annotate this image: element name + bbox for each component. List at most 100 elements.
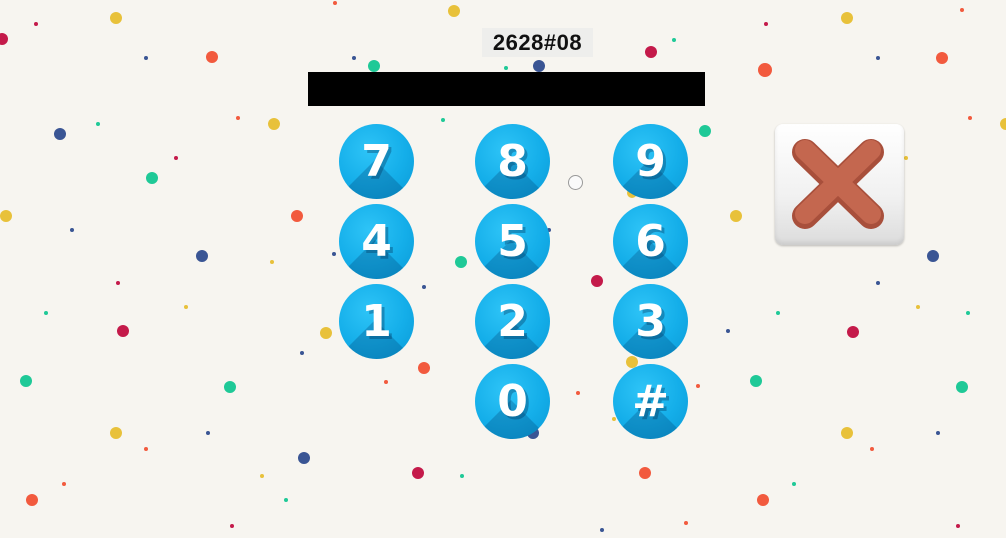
confetti-dot <box>230 524 234 528</box>
confetti-dot <box>300 351 304 355</box>
confetti-dot <box>174 156 178 160</box>
key-hash[interactable]: # <box>613 364 688 439</box>
confetti-dot <box>352 56 356 60</box>
confetti-dot <box>455 256 467 268</box>
key-0[interactable]: 0 <box>475 364 550 439</box>
confetti-dot <box>841 427 853 439</box>
confetti-dot <box>384 380 388 384</box>
confetti-dot <box>645 46 657 58</box>
confetti-dot <box>904 156 908 160</box>
confetti-dot <box>44 311 48 315</box>
confetti-dot <box>956 381 968 393</box>
confetti-dot <box>62 482 66 486</box>
confetti-dot <box>144 447 148 451</box>
confetti-dot <box>460 474 464 478</box>
confetti-dot <box>792 482 796 486</box>
confetti-dot <box>730 210 742 222</box>
key-4-label: 4 <box>361 216 392 267</box>
confetti-dot <box>268 118 280 130</box>
confetti-dot <box>441 118 445 122</box>
confetti-dot <box>260 474 264 478</box>
key-1[interactable]: 1 <box>339 284 414 359</box>
confetti-dot <box>936 431 940 435</box>
close-x-icon <box>792 139 884 229</box>
confetti-dot <box>1000 118 1006 130</box>
confetti-dot <box>847 326 859 338</box>
key-7[interactable]: 7 <box>339 124 414 199</box>
confetti-dot <box>764 22 768 26</box>
confetti-dot <box>576 391 580 395</box>
confetti-dot <box>639 467 651 479</box>
confetti-dot <box>332 252 336 256</box>
confetti-dot <box>684 521 688 525</box>
confetti-dot <box>966 311 970 315</box>
confetti-dot <box>34 22 38 26</box>
entered-code-label: 2628#08 <box>482 28 593 57</box>
confetti-dot <box>116 281 120 285</box>
confetti-dot <box>291 210 303 222</box>
close-button[interactable] <box>775 124 904 245</box>
confetti-dot <box>333 1 337 5</box>
confetti-dot <box>206 51 218 63</box>
confetti-dot <box>196 250 208 262</box>
key-2[interactable]: 2 <box>475 284 550 359</box>
confetti-dot <box>418 362 430 374</box>
confetti-dot <box>750 375 762 387</box>
key-9[interactable]: 9 <box>613 124 688 199</box>
confetti-dot <box>672 38 676 42</box>
key-9-label: 9 <box>635 136 666 187</box>
confetti-dot <box>870 447 874 451</box>
key-0-label: 0 <box>497 376 528 427</box>
confetti-dot <box>54 128 66 140</box>
key-2-label: 2 <box>497 296 528 347</box>
confetti-dot <box>206 431 210 435</box>
confetti-dot <box>144 56 148 60</box>
key-3[interactable]: 3 <box>613 284 688 359</box>
confetti-dot <box>600 528 604 532</box>
confetti-dot <box>758 63 772 77</box>
confetti-dot <box>224 381 236 393</box>
confetti-dot <box>298 452 310 464</box>
key-1-label: 1 <box>361 296 392 347</box>
key-5[interactable]: 5 <box>475 204 550 279</box>
confetti-dot <box>448 5 460 17</box>
confetti-dot <box>916 305 920 309</box>
key-6[interactable]: 6 <box>613 204 688 279</box>
confetti-dot <box>236 116 240 120</box>
confetti-dot <box>956 524 960 528</box>
key-5-label: 5 <box>497 216 528 267</box>
confetti-dot <box>284 498 288 502</box>
key-hash-label: # <box>632 376 669 427</box>
confetti-dot <box>876 281 880 285</box>
key-4[interactable]: 4 <box>339 204 414 279</box>
confetti-dot <box>0 210 12 222</box>
key-3-label: 3 <box>635 296 666 347</box>
confetti-dot <box>876 56 880 60</box>
confetti-dot <box>412 467 424 479</box>
confetti-dot <box>841 12 853 24</box>
confetti-dot <box>927 250 939 262</box>
key-8-label: 8 <box>497 136 528 187</box>
confetti-dot <box>504 66 508 70</box>
confetti-dot <box>757 494 769 506</box>
confetti-dot <box>320 327 332 339</box>
confetti-dot <box>96 122 100 126</box>
confetti-dot <box>368 60 380 72</box>
confetti-dot <box>117 325 129 337</box>
key-6-label: 6 <box>635 216 666 267</box>
confetti-dot <box>968 116 972 120</box>
confetti-dot <box>70 228 74 232</box>
confetti-dot <box>699 125 711 137</box>
confetti-dot <box>110 12 122 24</box>
confetti-dot <box>422 285 426 289</box>
key-8[interactable]: 8 <box>475 124 550 199</box>
confetti-dot <box>726 329 730 333</box>
confetti-dot <box>184 305 188 309</box>
confetti-dot <box>533 60 545 72</box>
confetti-dot <box>696 384 700 388</box>
confetti-dot <box>591 275 603 287</box>
confetti-dot <box>936 52 948 64</box>
confetti-dot <box>20 375 32 387</box>
indicator-ring <box>568 175 583 190</box>
confetti-dot <box>110 427 122 439</box>
